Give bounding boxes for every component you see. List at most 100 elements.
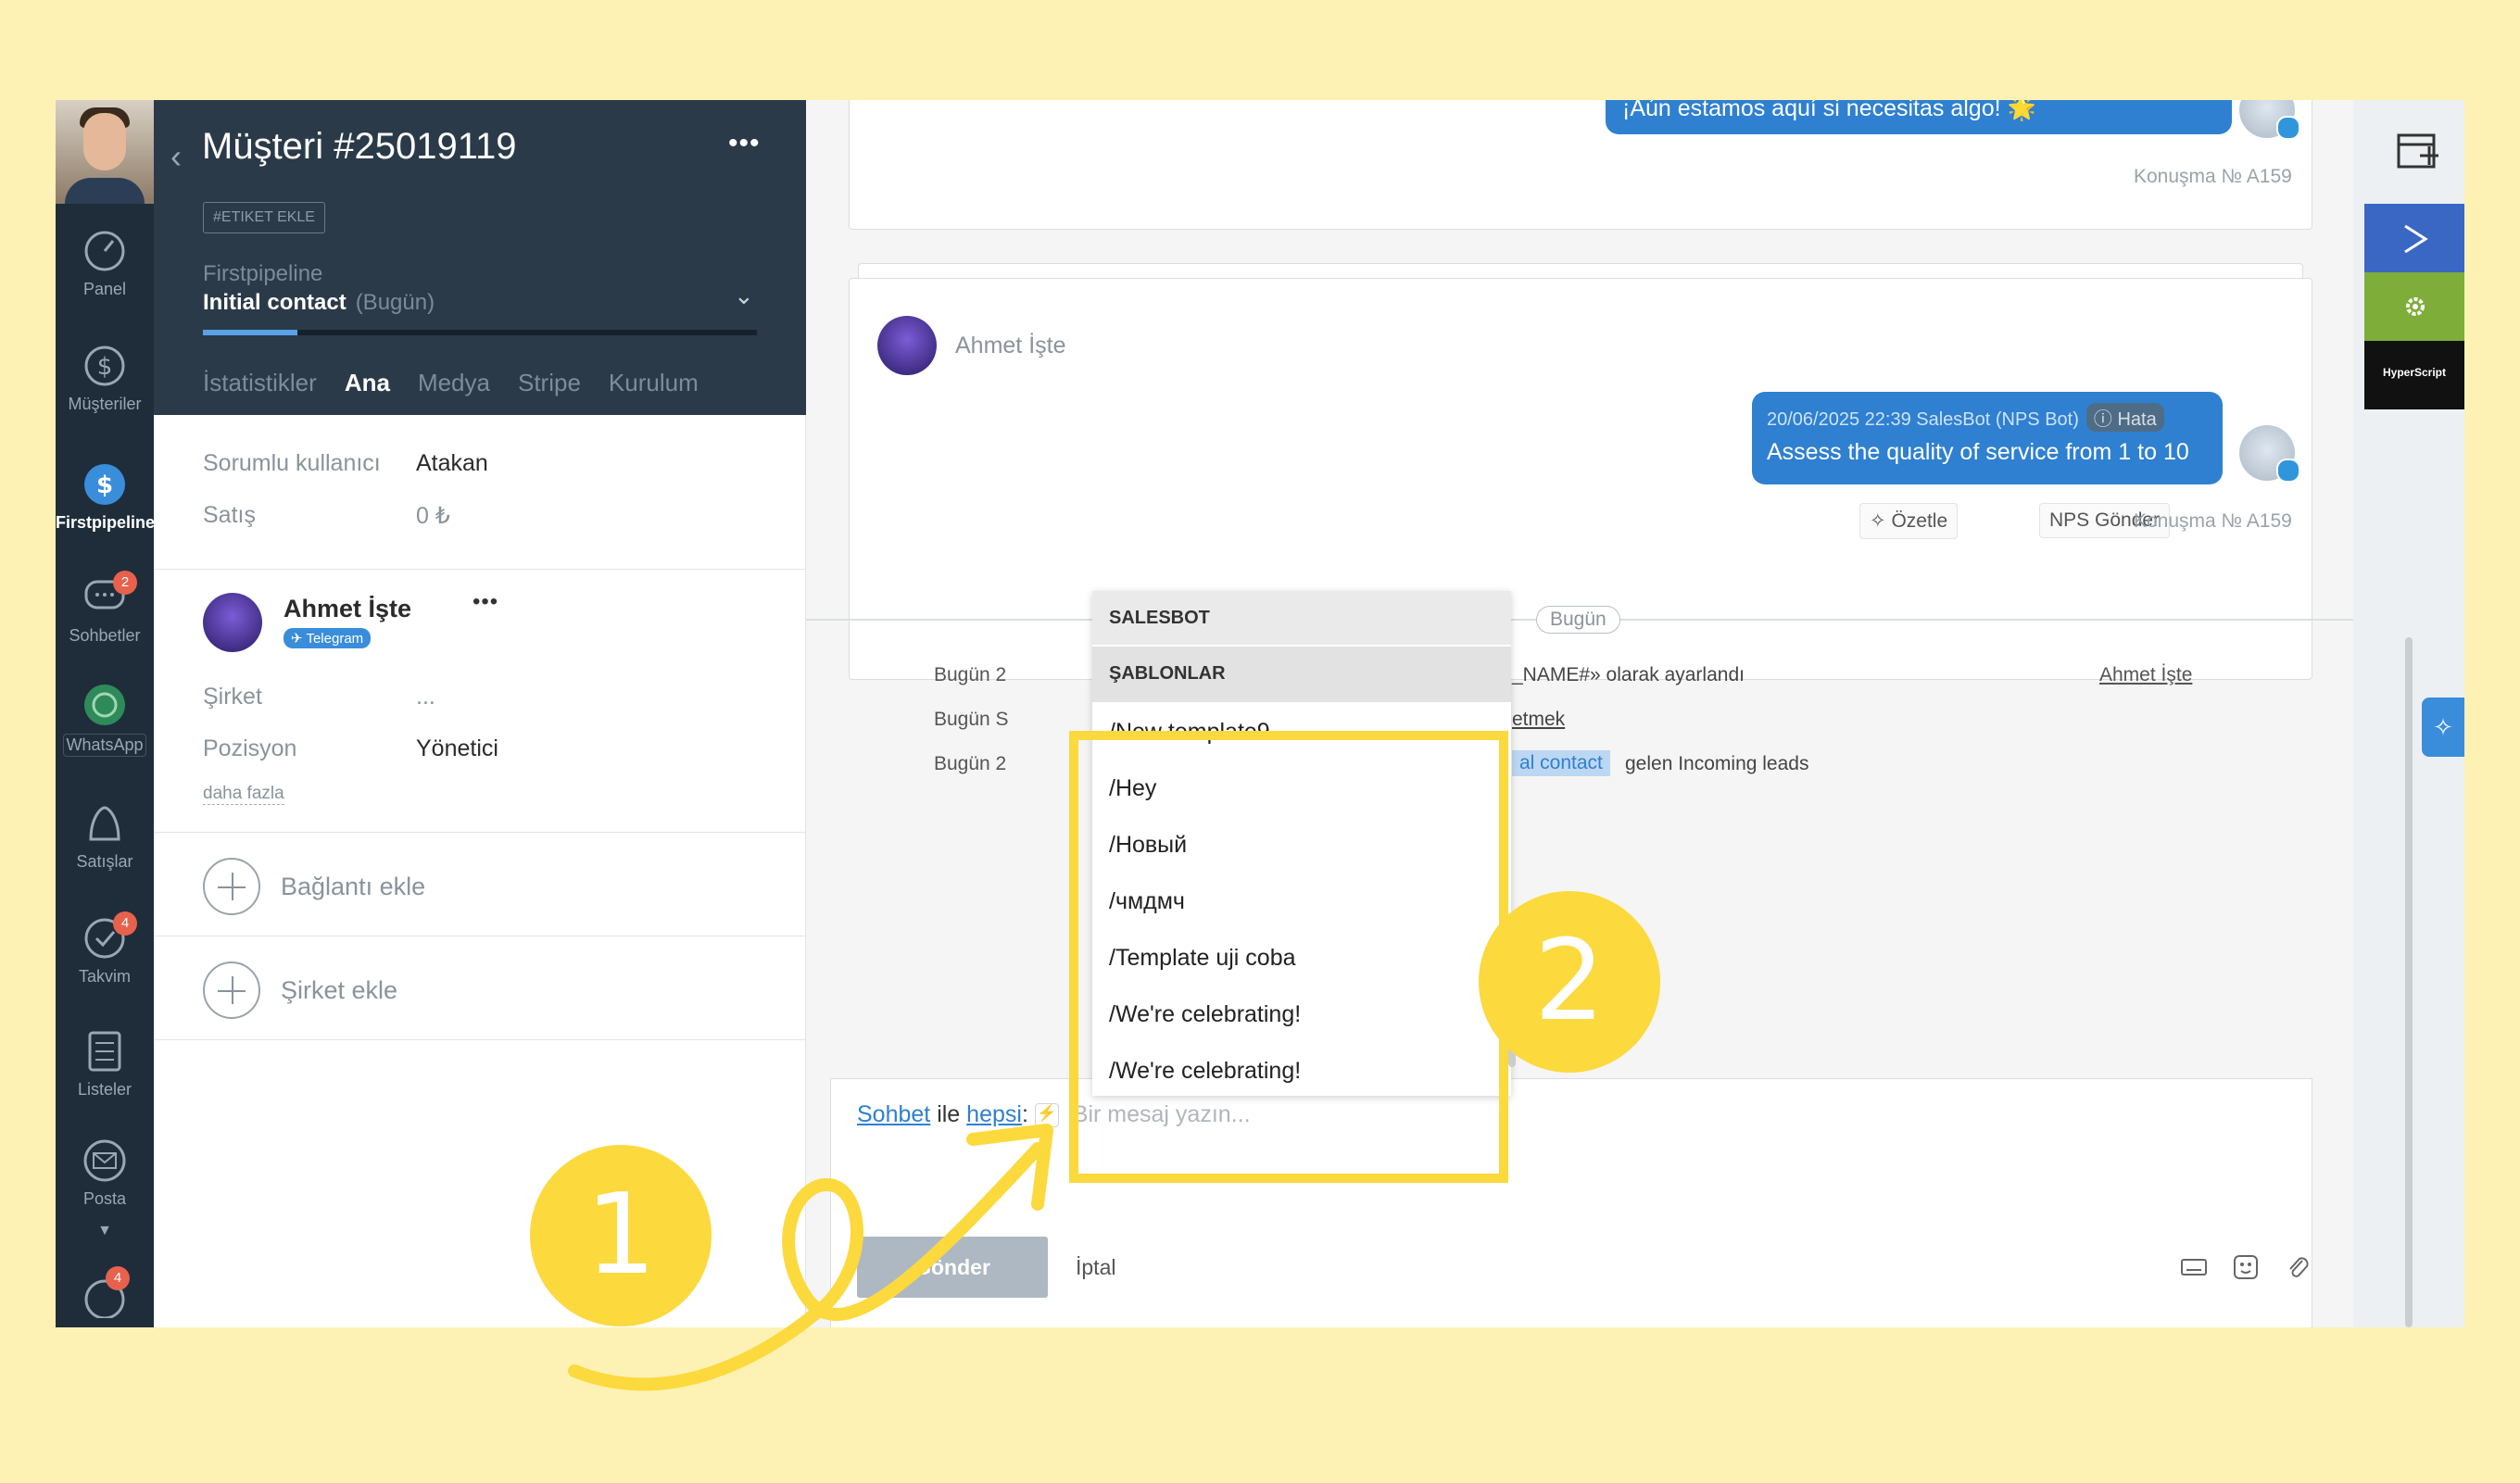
nav-lists[interactable]: Listeler [56, 1028, 154, 1100]
nav-panel[interactable]: Panel [56, 228, 154, 299]
sale-value[interactable]: 0 ₺ [416, 502, 450, 530]
contact-avatar[interactable] [203, 593, 262, 652]
calendar-badge: 4 [113, 911, 137, 936]
add-tag-button[interactable]: #ETIKET EKLE [203, 202, 325, 233]
bot-avatar [2239, 425, 2300, 483]
sender-name: Ahmet İşte [955, 333, 1066, 358]
contact-name[interactable]: Ahmet İşte [284, 595, 411, 623]
conversation-number[interactable]: Konuşma № A159 [2134, 166, 2292, 188]
nav-customers[interactable]: $ Müşteriler [56, 343, 154, 414]
tab-stats[interactable]: İstatistikler [203, 369, 317, 397]
customer-header: ‹ Müşteri #25019119 ••• #ETIKET EKLE Fir… [154, 100, 806, 415]
tab-setup[interactable]: Kurulum [609, 369, 699, 397]
send-arrow-icon [2404, 224, 2428, 254]
whatsapp-icon [84, 685, 125, 725]
user-avatar[interactable] [56, 100, 154, 204]
nav-calendar[interactable]: Takvim 4 [56, 911, 154, 987]
field-label: Satış [203, 502, 256, 528]
svg-text:$: $ [96, 471, 113, 499]
field-label: Şirket [203, 684, 262, 710]
divider [154, 832, 806, 833]
event-time: Bugün 2 [934, 753, 1007, 774]
templates-section[interactable]: ŞABLONLAR [1092, 647, 1511, 702]
step-2-callout: 2 [1479, 891, 1660, 1073]
event-time: Bugün 2 [934, 664, 1007, 685]
event-text[interactable]: etmek [1512, 709, 1565, 731]
bot-avatar [2239, 100, 2300, 140]
sender-avatar [877, 316, 937, 375]
day-divider: Bugün [1536, 606, 1620, 634]
pipeline-name: Firstpipeline [203, 261, 323, 286]
pipeline-icon: $ [84, 464, 125, 505]
conversation-number[interactable]: Konuşma № A159 [2134, 510, 2292, 533]
curly-arrow [568, 1124, 1053, 1391]
nav-sales[interactable]: Satışlar [56, 800, 154, 872]
summarize-label: Özetle [1891, 510, 1948, 532]
mail-icon [83, 1139, 126, 1182]
add-connection-button[interactable]: Bağlantı ekle [203, 858, 425, 915]
bot-meta: 20/06/2025 22:39 SalesBot (NPS Bot) [1767, 409, 2079, 430]
event-text: _NAME#» olarak ayarlandı [1512, 664, 1745, 685]
ai-assistant-button[interactable]: ✧ [2422, 698, 2464, 757]
paperclip-icon[interactable] [2284, 1253, 2312, 1281]
nav-firstpipeline[interactable]: $ Firstpipeline [56, 461, 156, 533]
nav-sales-label: Satışlar [76, 852, 133, 871]
company-value[interactable]: ... [416, 684, 435, 710]
nav-chats[interactable]: Sohbetler 2 [56, 571, 154, 646]
responsible-user-value[interactable]: Atakan [416, 450, 488, 477]
customer-tabs: İstatistikler Ana Medya Stripe Kurulum [203, 369, 699, 397]
svg-text:$: $ [97, 353, 113, 381]
add-company-label: Şirket ekle [281, 975, 398, 1004]
nav-lists-label: Listeler [77, 1080, 132, 1099]
event-user-link[interactable]: Ahmet İşte [2099, 664, 2192, 686]
nav-whatsapp[interactable]: WhatsApp [56, 682, 154, 757]
field-label: Sorumlu kullanıcı [203, 450, 381, 476]
scrollbar[interactable] [2405, 637, 2413, 1327]
plus-icon [203, 858, 260, 915]
contact-more-icon[interactable]: ••• [472, 589, 498, 615]
event-time: Bugün S [934, 709, 1009, 730]
tab-media[interactable]: Medya [418, 369, 490, 397]
add-widget-icon[interactable] [2396, 132, 2440, 172]
event-text: gelen Incoming leads [1625, 753, 1809, 774]
more-link[interactable]: daha fazla [203, 784, 284, 805]
gear-icon [2406, 297, 2425, 316]
nav-panel-label: Panel [82, 280, 127, 298]
summarize-button[interactable]: ✧ Özetle [1859, 503, 1959, 539]
nav-firstpipeline-label: Firstpipeline [56, 513, 156, 532]
salesbot-section[interactable]: SALESBOT [1092, 591, 1511, 645]
chevron-down-icon[interactable]: ⌄ [734, 282, 754, 310]
more-options-icon[interactable]: ••• [728, 128, 761, 159]
settings-widget-button[interactable] [2364, 272, 2464, 341]
back-chevron-icon[interactable]: ‹ [170, 137, 182, 176]
main-nav: Panel $ Müşteriler $ Firstpipeline Sohbe… [56, 100, 156, 1327]
add-company-button[interactable]: Şirket ekle [203, 961, 397, 1019]
sparkle-icon: ✧ [1870, 510, 1892, 532]
support-badge: 4 [106, 1266, 130, 1290]
telegram-badge: ✈ Telegram [284, 628, 372, 648]
stage-when: (Bugün) [355, 290, 435, 315]
nav-support[interactable]: 4 [56, 1266, 154, 1324]
tab-stripe[interactable]: Stripe [518, 369, 581, 397]
plus-icon [203, 961, 260, 1019]
list-icon [88, 1031, 121, 1072]
error-tag[interactable]: ⓘ Hata [2085, 403, 2164, 432]
sticker-icon[interactable] [2232, 1253, 2260, 1281]
hyperscript-widget-button[interactable]: HyperScript [2364, 341, 2464, 409]
nav-mail[interactable]: Posta [56, 1137, 154, 1209]
tab-main[interactable]: Ana [345, 369, 390, 397]
add-connection-label: Bağlantı ekle [281, 872, 426, 900]
dashboard-icon [84, 231, 125, 271]
divider [154, 1039, 806, 1040]
send-widget-button[interactable] [2364, 204, 2464, 272]
field-label: Pozisyon [203, 735, 297, 761]
pipeline-stage[interactable]: Initial contact (Bugün) [203, 290, 435, 316]
position-value[interactable]: Yönetici [416, 735, 498, 762]
page-title: Müşteri #25019119 [202, 126, 517, 167]
keyboard-icon[interactable] [2180, 1253, 2208, 1281]
nav-mail-label: Posta [82, 1189, 127, 1208]
dollar-icon: $ [84, 346, 125, 386]
bot-message: 20/06/2025 22:39 SalesBot (NPS Bot) ⓘ Hat… [1752, 392, 2223, 484]
pipeline-progress-fill [203, 330, 297, 335]
nav-more-caret[interactable]: ▼ [56, 1223, 154, 1239]
